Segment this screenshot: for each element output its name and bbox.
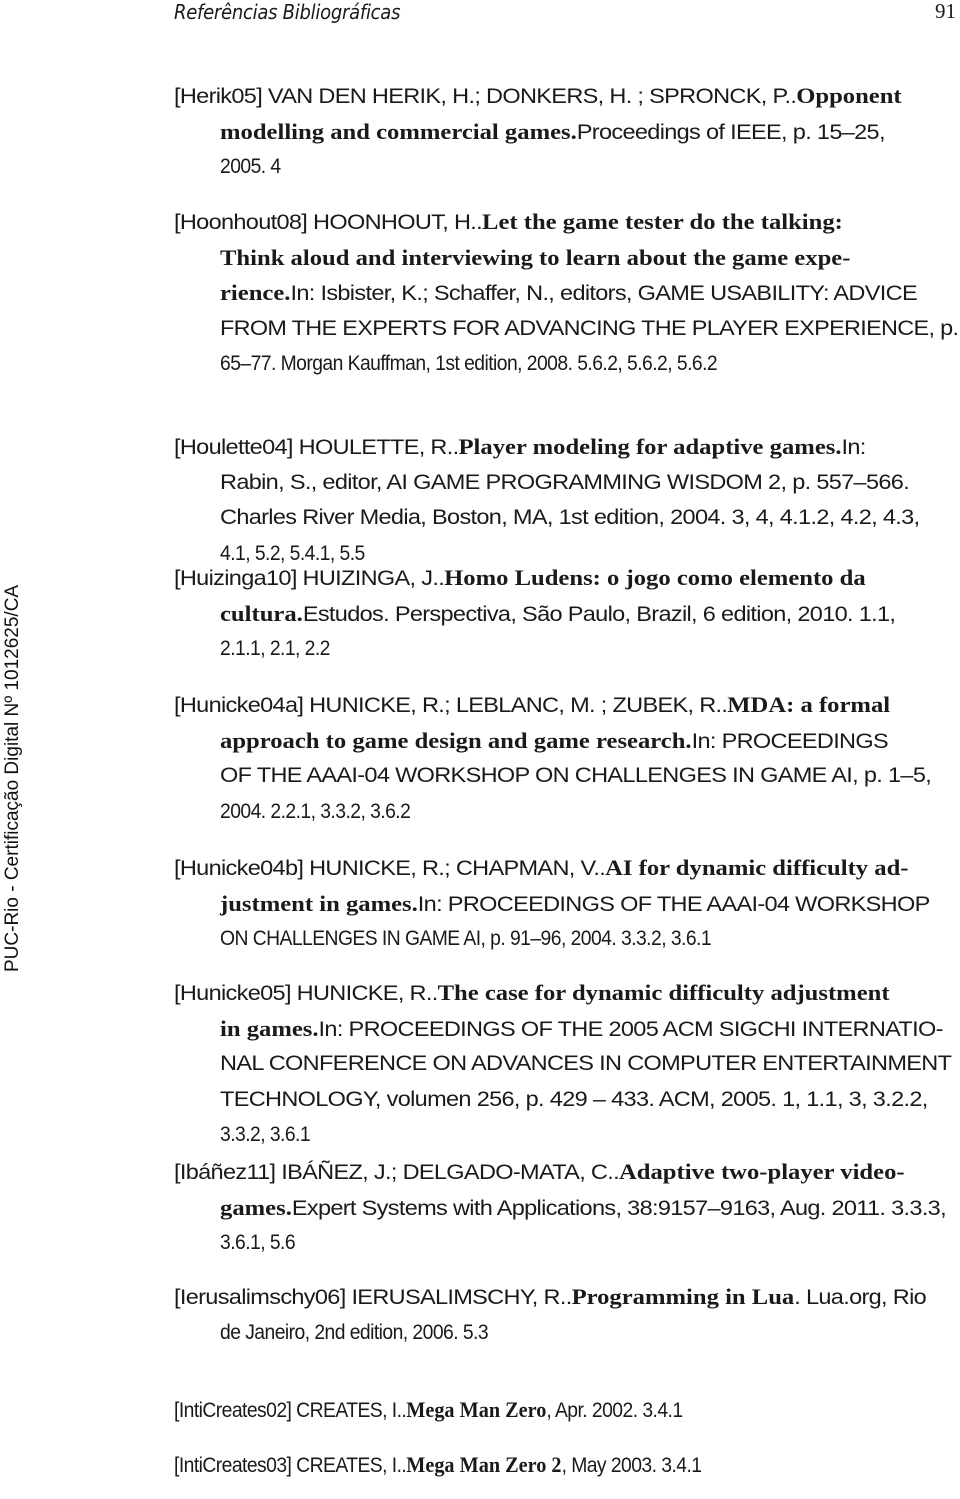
reference-title: Homo Ludens: o jogo como elemento da [444, 565, 866, 590]
reference-first-line: [Huizinga10] HUIZINGA, J.. Homo Ludens: … [174, 563, 866, 593]
reference-continuation-line: games. Expert Systems with Applications,… [220, 1193, 947, 1223]
reference-text: [Ibáñez11] IBÁÑEZ, J.; DELGADO-MATA, C.. [174, 1161, 620, 1184]
reference-text: In: PROCEEDINGS OF THE AAAI-04 WORKSHOP [417, 892, 931, 916]
reference-continuation-line: in games. In: PROCEEDINGS OF THE 2005 AC… [220, 1014, 943, 1044]
reference-continuation-line: NAL CONFERENCE ON ADVANCES IN COMPUTER E… [220, 1049, 952, 1079]
reference-text: [Herik05] VAN DEN HERIK, H.; DONKERS, H.… [174, 85, 797, 108]
reference-text: Expert Systems with Applications, 38:915… [291, 1196, 947, 1220]
reference-text: 2005. 4 [220, 155, 281, 178]
reference-text: de Janeiro, 2nd edition, 2006. 5.3 [220, 1320, 489, 1344]
reference-continuation-line: justment in games. In: PROCEEDINGS OF TH… [220, 889, 930, 919]
reference-title: Programming in Lua [571, 1284, 795, 1309]
reference-continuation-line: 65–77. Morgan Kauffman, 1st edition, 200… [220, 349, 718, 379]
reference-title: justment in games. [220, 890, 418, 916]
reference-text: [IntiCreates02] CREATES, I.. [174, 1399, 407, 1422]
reference-first-line: [IntiCreates03] CREATES, I.. Mega Man Ze… [174, 1450, 702, 1480]
reference-text: [Hunicke05] HUNICKE, R.. [174, 982, 438, 1005]
reference-first-line: [Ierusalimschy06] IERUSALIMSCHY, R.. Pro… [174, 1282, 927, 1312]
reference-continuation-line: de Janeiro, 2nd edition, 2006. 5.3 [220, 1318, 489, 1348]
reference-continuation-line: ON CHALLENGES IN GAME AI, p. 91–96, 2004… [220, 924, 712, 954]
reference-title: Mega Man Zero 2 [406, 1452, 562, 1477]
reference-title: games. [220, 1194, 292, 1220]
reference-text: Charles River Media, Boston, MA, 1st edi… [220, 506, 920, 529]
reference-text: Proceedings of IEEE, p. 15–25, [576, 120, 886, 144]
reference-text: In: Isbister, K.; Schaffer, N., editors,… [290, 282, 917, 305]
reference-title: Think aloud and interviewing to learn ab… [220, 244, 851, 270]
reference-continuation-line: FROM THE EXPERTS FOR ADVANCING THE PLAYE… [220, 314, 959, 344]
reference-continuation-line: Charles River Media, Boston, MA, 1st edi… [220, 503, 920, 533]
reference-text: [Houlette04] HOULETTE, R.. [174, 436, 459, 459]
page-number: 91 [935, 0, 956, 23]
reference-text: 2004. 2.2.1, 3.3.2, 3.6.2 [220, 799, 411, 823]
reference-text: [Hunicke04a] HUNICKE, R.; LEBLANC, M. ; … [174, 694, 728, 717]
reference-title: approach to game design and game researc… [220, 727, 692, 753]
reference-continuation-line: rience. In: Isbister, K.; Schaffer, N., … [220, 278, 918, 308]
reference-continuation-line: 3.3.2, 3.6.1 [220, 1120, 311, 1150]
reference-text: [Hunicke04b] HUNICKE, R.; CHAPMAN, V.. [174, 857, 606, 880]
reference-text: , Apr. 2002. 3.4.1 [546, 1399, 683, 1422]
reference-text: In: [841, 436, 867, 459]
reference-text: [IntiCreates03] CREATES, I.. [174, 1454, 407, 1477]
reference-title: in games. [220, 1015, 319, 1041]
reference-continuation-line: Think aloud and interviewing to learn ab… [220, 243, 850, 273]
reference-first-line: [Hunicke04a] HUNICKE, R.; LEBLANC, M. ; … [174, 690, 890, 720]
reference-title: Player modeling for adaptive games. [458, 434, 842, 459]
reference-continuation-line: modelling and commercial games. Proceedi… [220, 117, 885, 147]
reference-continuation-line: Rabin, S., editor, AI GAME PROGRAMMING W… [220, 468, 910, 498]
reference-title: Adaptive two-player video- [618, 1159, 905, 1184]
reference-first-line: [IntiCreates02] CREATES, I.. Mega Man Ze… [174, 1395, 683, 1425]
reference-continuation-line: cultura. Estudos. Perspectiva, São Paulo… [220, 599, 896, 629]
reference-first-line: [Ibáñez11] IBÁÑEZ, J.; DELGADO-MATA, C..… [174, 1157, 905, 1187]
reference-text: Rabin, S., editor, AI GAME PROGRAMMING W… [220, 470, 910, 494]
reference-text: NAL CONFERENCE ON ADVANCES IN COMPUTER E… [220, 1052, 952, 1075]
reference-text: 3.6.1, 5.6 [220, 1231, 296, 1254]
reference-continuation-line: 3.6.1, 5.6 [220, 1228, 296, 1258]
reference-text: . Lua.org, Rio [794, 1286, 927, 1309]
reference-text: ON CHALLENGES IN GAME AI, p. 91–96, 2004… [220, 927, 712, 950]
reference-continuation-line: approach to game design and game researc… [220, 726, 889, 756]
reference-first-line: [Hunicke04b] HUNICKE, R.; CHAPMAN, V.. A… [174, 853, 909, 883]
reference-text: 2.1.1, 2.1, 2.2 [220, 637, 330, 660]
reference-text: OF THE AAAI-04 WORKSHOP ON CHALLENGES IN… [220, 764, 932, 787]
reference-title: cultura. [220, 600, 303, 626]
reference-continuation-line: OF THE AAAI-04 WORKSHOP ON CHALLENGES IN… [220, 761, 932, 791]
reference-text: , May 2003. 3.4.1 [561, 1454, 702, 1477]
certification-watermark: PUC-Rio - Certificação Digital Nº 101262… [2, 584, 23, 972]
reference-text: [Ierusalimschy06] IERUSALIMSCHY, R.. [174, 1286, 572, 1309]
reference-first-line: [Hunicke05] HUNICKE, R.. The case for dy… [174, 978, 890, 1008]
reference-title: Let the game tester do the talking: [482, 209, 843, 234]
reference-text: FROM THE EXPERTS FOR ADVANCING THE PLAYE… [220, 316, 959, 340]
reference-title: Mega Man Zero [406, 1397, 547, 1422]
reference-text: [Huizinga10] HUIZINGA, J.. [174, 567, 445, 590]
reference-text: In: PROCEEDINGS OF THE 2005 ACM SIGCHI I… [318, 1017, 944, 1041]
reference-continuation-line: TECHNOLOGY, volumen 256, p. 429 – 433. A… [220, 1085, 928, 1115]
reference-text: [Hoonhout08] HOONHOUT, H.. [174, 211, 483, 234]
reference-title: AI for dynamic difficulty ad- [605, 855, 909, 880]
reference-title: modelling and commercial games. [220, 118, 577, 144]
reference-text: In: PROCEEDINGS [691, 729, 889, 753]
running-header: Referências Bibliográficas 91 [174, 0, 956, 26]
reference-continuation-line: 2.1.1, 2.1, 2.2 [220, 634, 330, 664]
reference-text: TECHNOLOGY, volumen 256, p. 429 – 433. A… [220, 1087, 928, 1111]
reference-title: Opponent [796, 83, 902, 108]
reference-text: Estudos. Perspectiva, São Paulo, Brazil,… [302, 602, 896, 626]
reference-text: 3.3.2, 3.6.1 [220, 1123, 311, 1146]
reference-first-line: [Herik05] VAN DEN HERIK, H.; DONKERS, H.… [174, 81, 902, 111]
reference-first-line: [Houlette04] HOULETTE, R.. Player modeli… [174, 432, 866, 462]
reference-continuation-line: 2005. 4 [220, 152, 281, 182]
reference-title: MDA: a formal [727, 692, 891, 717]
reference-text: 65–77. Morgan Kauffman, 1st edition, 200… [220, 352, 718, 375]
reference-title: The case for dynamic difficulty adjustme… [437, 980, 890, 1005]
header-title: Referências Bibliográficas [174, 0, 401, 24]
reference-continuation-line: 2004. 2.2.1, 3.3.2, 3.6.2 [220, 797, 411, 827]
reference-title: rience. [220, 280, 291, 305]
reference-first-line: [Hoonhout08] HOONHOUT, H.. Let the game … [174, 207, 843, 237]
